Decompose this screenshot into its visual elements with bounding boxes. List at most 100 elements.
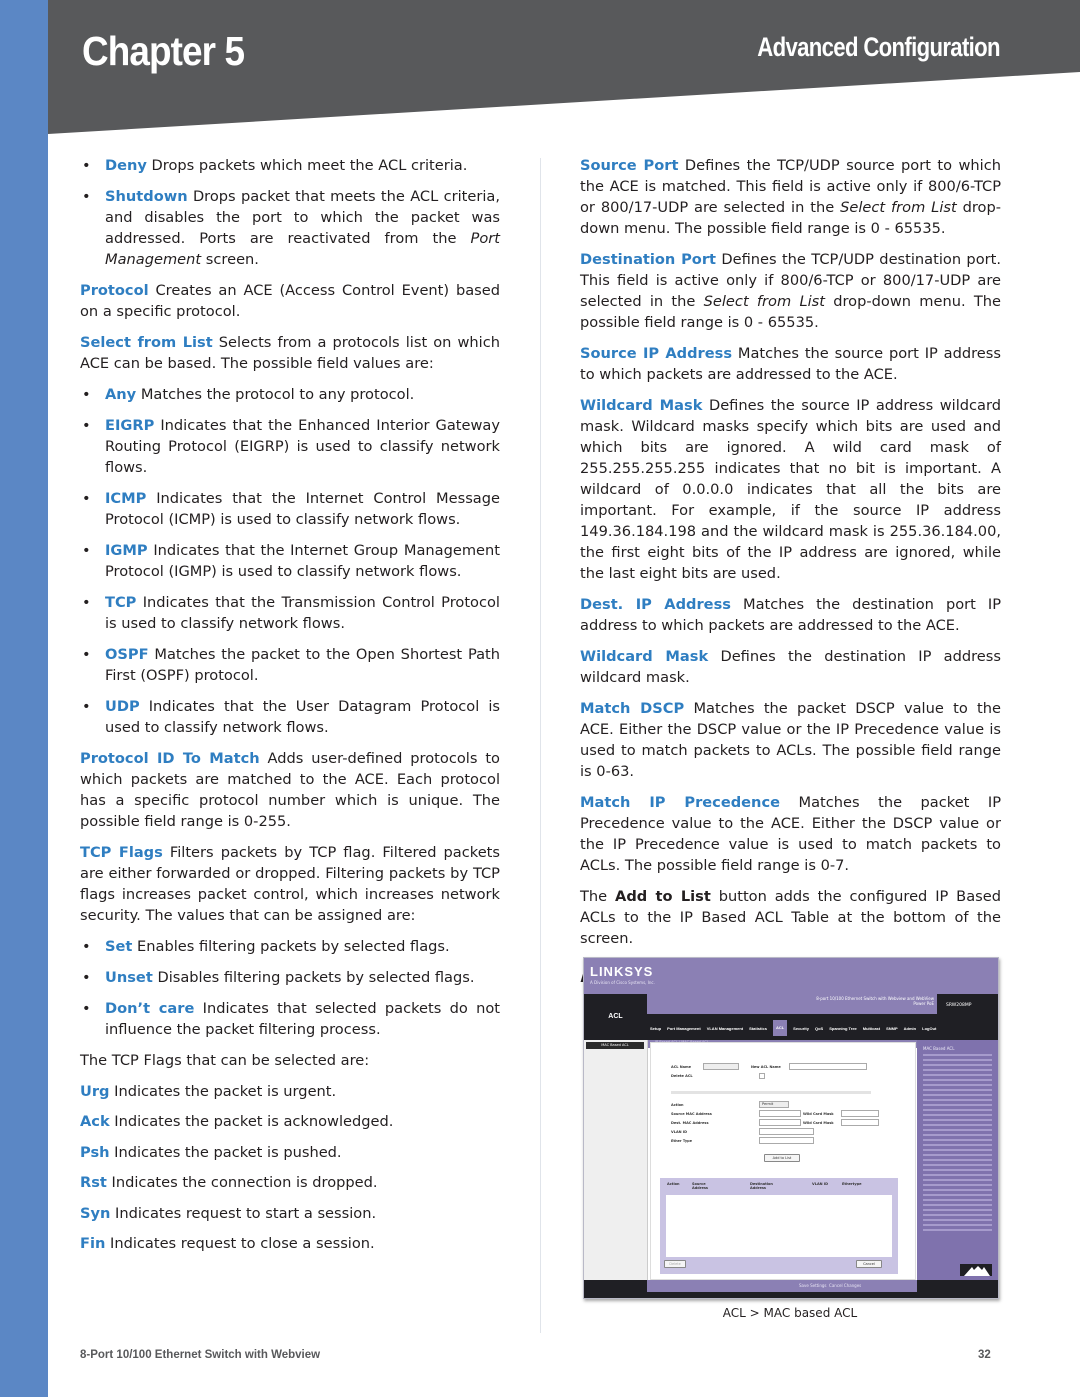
table-header: Source Address bbox=[692, 1182, 708, 1190]
vlan-id-input[interactable] bbox=[759, 1128, 814, 1135]
save-settings-button[interactable]: Save Settings bbox=[799, 1283, 827, 1288]
mac-acl-table: Action Source Address Destination Addres… bbox=[660, 1178, 898, 1274]
cisco-logo-icon bbox=[960, 1264, 992, 1276]
tab-spanning-tree[interactable]: Spanning Tree bbox=[829, 1026, 857, 1031]
list-item: • Deny Drops packets which meet the ACL c… bbox=[82, 157, 468, 174]
tab-qos[interactable]: QoS bbox=[815, 1026, 823, 1031]
list-item: • IGMP Indicates that the Internet Group … bbox=[82, 542, 500, 580]
list-item: • Any Matches the protocol to any protoco… bbox=[82, 386, 415, 403]
paragraph-wildcard-mask-dest: Wildcard Mask Defines the destination IP… bbox=[580, 648, 1001, 686]
table-header: Ethertype bbox=[842, 1182, 862, 1186]
list-item: • TCP Indicates that the Transmission Con… bbox=[82, 594, 500, 632]
acl-name-select[interactable] bbox=[703, 1063, 739, 1070]
paragraph-dest-ip: Dest. IP Address Matches the destination… bbox=[580, 596, 1001, 634]
list-item: • Shutdown Drops packet that meets the AC… bbox=[82, 188, 500, 268]
paragraph-select-from-list: Select from List Selects from a protocol… bbox=[80, 334, 501, 372]
term: Deny bbox=[105, 157, 147, 174]
dest-wildcard-input[interactable] bbox=[841, 1119, 879, 1126]
tab-port-management[interactable]: Port Management bbox=[667, 1026, 701, 1031]
nav-section-label: ACL bbox=[584, 994, 647, 1040]
figure-caption: ACL > MAC based ACL bbox=[722, 1306, 858, 1320]
sidebar-item-mac-based-acl[interactable]: MAC Based ACL bbox=[586, 1042, 644, 1049]
right-column: Source Port Defines the TCP/UDP source p… bbox=[580, 155, 1002, 987]
footer-page-number: 32 bbox=[978, 1349, 991, 1361]
logo-subtitle: A Division of Cisco Systems, Inc. bbox=[590, 980, 655, 985]
list-item: • UDP Indicates that the User Datagram Pr… bbox=[82, 698, 500, 736]
dest-wildcard-label: Wild Card Mask bbox=[803, 1121, 834, 1125]
paragraph-destination-port: Destination Port Defines the TCP/UDP des… bbox=[580, 251, 1002, 331]
ether-type-input[interactable] bbox=[759, 1137, 814, 1144]
paragraph-match-ip-precedence: Match IP Precedence Matches the packet I… bbox=[580, 794, 1001, 874]
flag-urg: Urg Indicates the packet is urgent. bbox=[80, 1082, 337, 1100]
footer-product-name: 8-Port 10/100 Ethernet Switch with Webvi… bbox=[80, 1349, 321, 1361]
acl-name-label: ACL Name bbox=[671, 1065, 692, 1069]
list-item: • EIGRP Indicates that the Enhanced Inter… bbox=[82, 417, 500, 476]
table-body bbox=[666, 1195, 892, 1257]
tab-logout[interactable]: LogOut bbox=[922, 1026, 936, 1031]
list-item: • Unset Disables filtering packets by sel… bbox=[82, 969, 475, 986]
tab-statistics[interactable]: Statistics bbox=[749, 1026, 767, 1031]
action-label: Action bbox=[671, 1103, 684, 1107]
chapter-title: Chapter 5 bbox=[82, 28, 245, 74]
cancel-changes-button[interactable]: Cancel Changes bbox=[829, 1283, 861, 1288]
flag-fin: Fin Indicates request to close a session… bbox=[80, 1235, 375, 1252]
list-item: • ICMP Indicates that the Internet Contro… bbox=[82, 490, 500, 528]
paragraph-source-ip: Source IP Address Matches the source por… bbox=[580, 345, 1001, 383]
tab-vlan-management[interactable]: VLAN Management bbox=[707, 1026, 743, 1031]
tab-snmp[interactable]: SNMP bbox=[886, 1026, 898, 1031]
column-divider bbox=[540, 158, 541, 1333]
dest-mac-input[interactable] bbox=[759, 1119, 801, 1126]
add-to-list-button[interactable]: Add to List bbox=[764, 1154, 800, 1162]
delete-acl-checkbox[interactable] bbox=[759, 1073, 765, 1079]
source-wildcard-input[interactable] bbox=[841, 1110, 879, 1117]
screenshot-tabs: Setup Port Management VLAN Management St… bbox=[647, 1020, 998, 1036]
paragraph-source-port: Source Port Defines the TCP/UDP source p… bbox=[580, 157, 1002, 237]
dest-mac-label: Dest. MAC Address bbox=[671, 1121, 709, 1125]
form-separator bbox=[671, 1091, 871, 1094]
source-mac-input[interactable] bbox=[759, 1110, 801, 1117]
tab-setup[interactable]: Setup bbox=[650, 1026, 661, 1031]
tab-acl[interactable]: ACL bbox=[772, 1020, 788, 1036]
delete-button[interactable]: Delete bbox=[664, 1260, 686, 1268]
flag-syn: Syn Indicates request to start a session… bbox=[80, 1204, 377, 1222]
section-title: Advanced Configuration bbox=[757, 32, 1000, 62]
ether-type-label: Ether Type bbox=[671, 1139, 693, 1143]
tab-security[interactable]: Security bbox=[793, 1026, 809, 1031]
source-wildcard-label: Wild Card Mask bbox=[803, 1112, 834, 1116]
paragraph-protocol: Protocol Creates an ACE (Access Control … bbox=[80, 282, 500, 320]
product-title: 8-port 10/100 Ethernet Switch with Webvi… bbox=[816, 996, 934, 1006]
flag-psh: Psh Indicates the packet is pushed. bbox=[80, 1143, 342, 1161]
paragraph-tcp-flags: TCP Flags Filters packets by TCP flag. F… bbox=[80, 844, 500, 924]
screenshot-sidebar: MAC Based ACL bbox=[584, 1040, 648, 1280]
help-title: MAC Based ACL bbox=[923, 1046, 955, 1051]
left-column: • Deny Drops packets which meet the ACL c… bbox=[80, 155, 500, 1264]
screenshot-help-panel: MAC Based ACL bbox=[917, 1040, 998, 1280]
new-acl-name-label: New ACL Name bbox=[751, 1065, 781, 1069]
paragraph-protocol-id: Protocol ID To Match Adds user-defined p… bbox=[80, 750, 500, 830]
screenshot-bottom-purple bbox=[647, 1280, 917, 1292]
table-header: Action bbox=[667, 1182, 680, 1186]
table-header: Destination Address bbox=[750, 1182, 773, 1190]
action-values-list: • Deny Drops packets which meet the ACL c… bbox=[80, 155, 500, 270]
flag-ack: Ack Indicates the packet is acknowledged… bbox=[80, 1113, 394, 1130]
paragraph-add-to-list: The Add to List button adds the configur… bbox=[580, 888, 1001, 947]
left-color-bar bbox=[0, 0, 48, 1397]
vlan-id-label: VLAN ID bbox=[671, 1130, 688, 1134]
paragraph-match-dscp: Match DSCP Matches the packet DSCP value… bbox=[580, 700, 1002, 780]
source-mac-label: Source MAC Address bbox=[671, 1112, 712, 1116]
model-name: SRW208MP bbox=[946, 1003, 972, 1008]
term: Shutdown bbox=[105, 188, 188, 205]
protocol-values-list: • Any Matches the protocol to any protoco… bbox=[80, 384, 500, 738]
paragraph-wildcard-mask-source: Wildcard Mask Defines the source IP addr… bbox=[580, 397, 1001, 582]
list-item: • OSPF Matches the packet to the Open Sho… bbox=[82, 646, 500, 684]
list-item: • Set Enables filtering packets by select… bbox=[82, 938, 450, 955]
mac-based-acl-screenshot: LINKSYS A Division of Cisco Systems, Inc… bbox=[583, 957, 999, 1299]
flags-intro: The TCP Flags that can be selected are: bbox=[80, 1052, 370, 1069]
cancel-button[interactable]: Cancel bbox=[856, 1260, 882, 1268]
linksys-logo: LINKSYS bbox=[590, 964, 654, 979]
new-acl-name-input[interactable] bbox=[789, 1063, 867, 1070]
tab-multicast[interactable]: Multicast bbox=[863, 1026, 880, 1031]
action-select[interactable]: Permit bbox=[759, 1101, 789, 1108]
tab-admin[interactable]: Admin bbox=[904, 1026, 916, 1031]
list-item: • Don’t care Indicates that selected pack… bbox=[82, 1000, 500, 1038]
